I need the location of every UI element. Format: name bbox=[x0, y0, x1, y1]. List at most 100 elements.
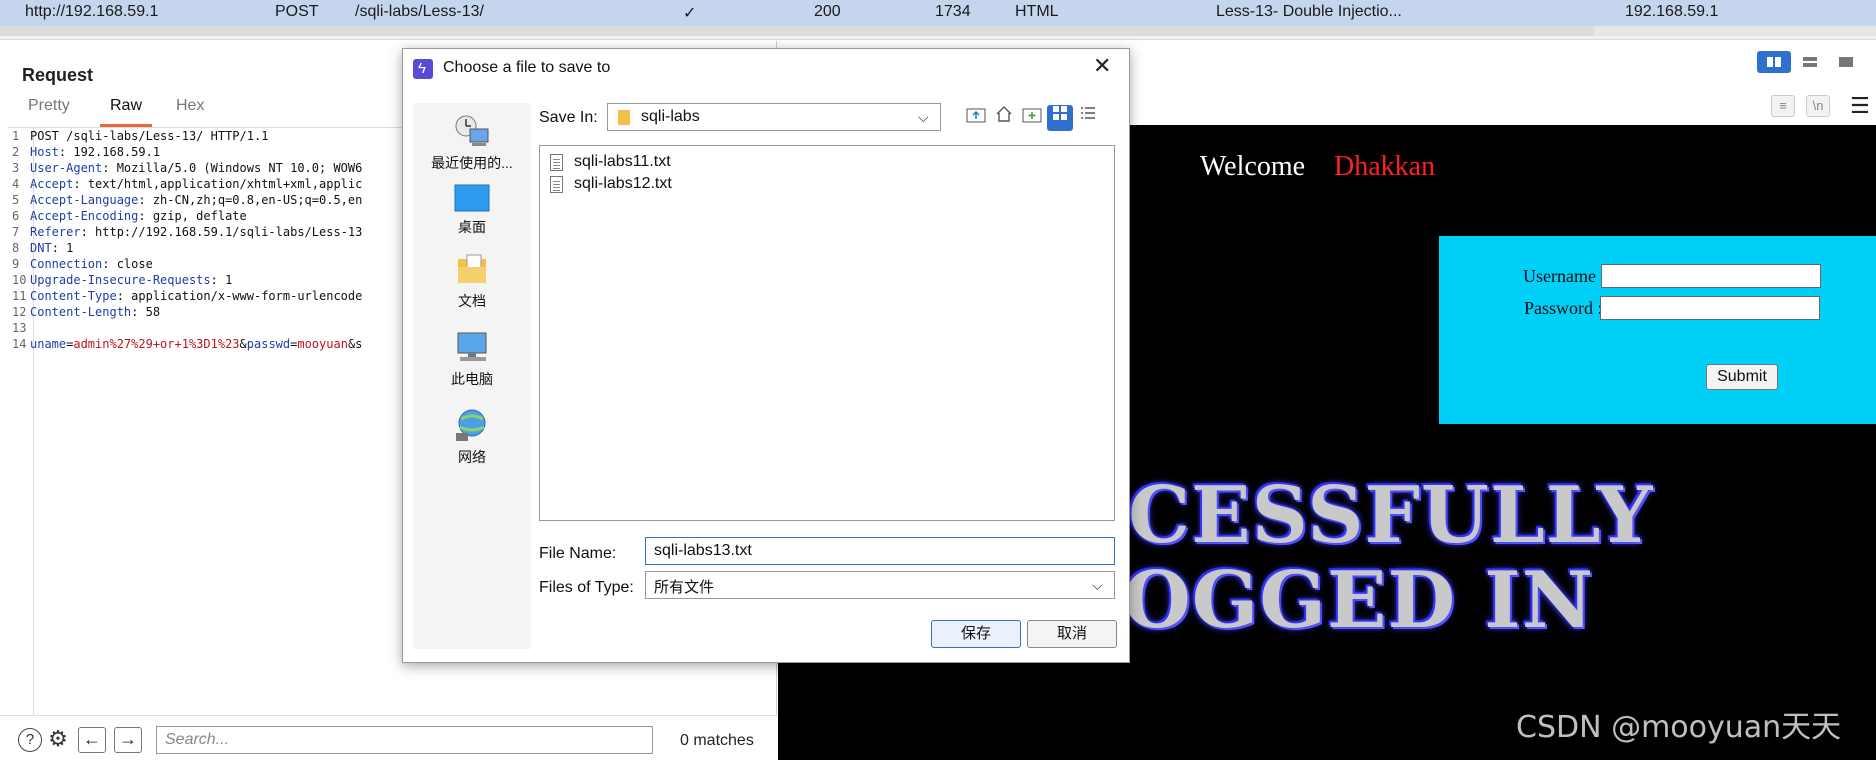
tabbed-layout-button[interactable] bbox=[1829, 51, 1863, 73]
scrollbar-thumb[interactable] bbox=[0, 26, 1594, 36]
header-name: Accept-Encoding bbox=[30, 209, 139, 223]
header-name: DNT bbox=[30, 241, 52, 255]
place-label: 网络 bbox=[458, 449, 486, 465]
code-line[interactable]: 6 Accept-Encoding: gzip, deflate bbox=[8, 209, 247, 225]
split-horizontal-layout-button[interactable] bbox=[1757, 51, 1791, 73]
place-label: 桌面 bbox=[458, 219, 486, 235]
password-input[interactable] bbox=[1600, 296, 1820, 320]
code-line[interactable]: 5 Accept-Language: zh-CN,zh;q=0.8,en-US;q… bbox=[8, 193, 362, 209]
header-name: Accept bbox=[30, 177, 74, 191]
tab-pretty[interactable]: Pretty bbox=[28, 97, 70, 127]
tab-raw[interactable]: Raw bbox=[99, 97, 153, 127]
history-method-cell: POST bbox=[275, 3, 319, 20]
recent-items-icon bbox=[455, 115, 489, 146]
dialog-titlebar[interactable]: Choose a file to save to ✕ bbox=[403, 49, 1129, 87]
code-line-body[interactable]: 14 uname=admin%27%29+or+1%3D1%23&passwd=m… bbox=[8, 337, 362, 353]
menu-icon[interactable]: ☰ bbox=[1850, 95, 1870, 117]
header-value: http://192.168.59.1/sqli-labs/Less-13 bbox=[95, 225, 363, 239]
place-recent[interactable]: 最近使用的... bbox=[413, 113, 531, 173]
gear-icon[interactable]: ⚙ bbox=[46, 728, 70, 752]
code-line[interactable]: 13 bbox=[8, 321, 30, 337]
line-number: 11 bbox=[12, 289, 27, 303]
pane-divider[interactable] bbox=[0, 36, 1876, 40]
save-button[interactable]: 保存 bbox=[931, 620, 1021, 648]
csdn-watermark: CSDN @mooyuan天天 bbox=[1516, 710, 1842, 745]
place-label: 此电脑 bbox=[451, 371, 493, 387]
place-label: 文档 bbox=[458, 293, 486, 309]
code-line[interactable]: 9 Connection: close bbox=[8, 257, 153, 273]
code-line[interactable]: 3 User-Agent: Mozilla/5.0 (Windows NT 10.… bbox=[8, 161, 362, 177]
computer-icon bbox=[457, 332, 487, 361]
code-line[interactable]: 7 Referer: http://192.168.59.1/sqli-labs/… bbox=[8, 225, 362, 241]
file-type-dropdown[interactable]: 所有文件 ⌵ bbox=[645, 571, 1115, 599]
dialog-title: Choose a file to save to bbox=[443, 59, 611, 76]
desktop-icon bbox=[454, 184, 490, 212]
burp-logo-icon bbox=[413, 59, 433, 79]
code-line[interactable]: 10 Upgrade-Insecure-Requests: 1 bbox=[8, 273, 232, 289]
line-number: 14 bbox=[12, 337, 27, 351]
file-name-input[interactable]: sqli-labs13.txt bbox=[645, 537, 1115, 565]
place-this-pc[interactable]: 此电脑 bbox=[413, 329, 531, 389]
place-documents[interactable]: 文档 bbox=[413, 253, 531, 311]
next-match-button[interactable]: → bbox=[114, 727, 142, 753]
new-folder-icon[interactable] bbox=[1019, 105, 1045, 131]
code-line[interactable]: 1 POST /sqli-labs/Less-13/ HTTP/1.1 bbox=[8, 129, 268, 145]
code-line[interactable]: 4 Accept: text/html,application/xhtml+xml… bbox=[8, 177, 362, 193]
param-tail: &s bbox=[347, 337, 363, 351]
submit-button[interactable]: Submit bbox=[1706, 364, 1778, 390]
line-number: 2 bbox=[12, 145, 20, 159]
param-name: passwd bbox=[246, 337, 291, 351]
place-label: 最近使用的... bbox=[431, 155, 513, 171]
param-value: admin%27%29+or+1%3D1%23 bbox=[73, 337, 240, 351]
line-number: 4 bbox=[12, 177, 20, 191]
file-list[interactable]: sqli-labs11.txt sqli-labs12.txt bbox=[539, 145, 1115, 521]
place-network[interactable]: 网络 bbox=[413, 407, 531, 467]
code-line[interactable]: 8 DNT: 1 bbox=[8, 241, 73, 257]
header-name: Upgrade-Insecure-Requests bbox=[30, 273, 211, 287]
chevron-down-icon: ⌵ bbox=[918, 109, 929, 125]
place-desktop[interactable]: 桌面 bbox=[413, 183, 531, 237]
welcome-text: Welcome bbox=[1200, 151, 1306, 182]
single-pane-icon bbox=[1839, 57, 1853, 67]
header-value: 1 bbox=[225, 273, 233, 287]
places-sidebar: 最近使用的... 桌面 文档 此电脑 网络 bbox=[413, 103, 531, 649]
text-file-icon bbox=[550, 154, 563, 171]
code-line[interactable]: 11 Content-Type: application/x-www-form-u… bbox=[8, 289, 362, 305]
help-icon[interactable]: ? bbox=[18, 728, 42, 752]
list-view-icon[interactable] bbox=[1047, 105, 1073, 131]
save-in-dropdown[interactable]: sqli-labs ⌵ bbox=[607, 103, 941, 131]
history-status-cell: 200 bbox=[814, 3, 841, 20]
line-number: 12 bbox=[12, 305, 27, 319]
history-table-row[interactable]: http://192.168.59.1 POST /sqli-labs/Less… bbox=[0, 0, 1876, 26]
show-newlines-icon[interactable]: \n bbox=[1806, 95, 1830, 117]
header-value: Mozilla/5.0 (Windows NT 10.0; WOW6 bbox=[116, 161, 363, 175]
code-line[interactable]: 2 Host: 192.168.59.1 bbox=[8, 145, 160, 161]
line-number: 3 bbox=[12, 161, 20, 175]
username-input[interactable] bbox=[1601, 264, 1821, 288]
tab-hex[interactable]: Hex bbox=[176, 97, 204, 127]
param-value: mooyuan bbox=[297, 337, 348, 351]
header-value: 1 bbox=[66, 241, 74, 255]
history-url-cell: /sqli-labs/Less-13/ bbox=[355, 3, 484, 20]
text-file-icon bbox=[550, 176, 563, 193]
history-horizontal-scrollbar[interactable] bbox=[0, 26, 1876, 36]
close-icon[interactable]: ✕ bbox=[1093, 55, 1111, 77]
history-ip-cell: 192.168.59.1 bbox=[1625, 3, 1719, 20]
line-number: 13 bbox=[12, 321, 27, 335]
burp-window: http://192.168.59.1 POST /sqli-labs/Less… bbox=[0, 0, 1876, 760]
history-title-cell: Less-13- Double Injectio... bbox=[1216, 3, 1402, 20]
split-vertical-layout-button[interactable] bbox=[1793, 51, 1827, 73]
line-number: 9 bbox=[12, 257, 20, 271]
home-icon[interactable] bbox=[991, 105, 1017, 131]
details-view-icon[interactable] bbox=[1075, 105, 1101, 131]
cancel-button[interactable]: 取消 bbox=[1027, 620, 1117, 648]
search-input[interactable]: Search... bbox=[156, 726, 653, 754]
wrap-lines-icon[interactable]: ≡ bbox=[1771, 95, 1795, 117]
request-line: POST /sqli-labs/Less-13/ HTTP/1.1 bbox=[30, 129, 269, 143]
line-number: 7 bbox=[12, 225, 20, 239]
code-line[interactable]: 12 Content-Length: 58 bbox=[8, 305, 160, 321]
previous-match-button[interactable]: ← bbox=[78, 727, 106, 753]
request-title: Request bbox=[22, 65, 94, 85]
header-name: Connection bbox=[30, 257, 103, 271]
up-folder-icon[interactable] bbox=[963, 105, 989, 131]
